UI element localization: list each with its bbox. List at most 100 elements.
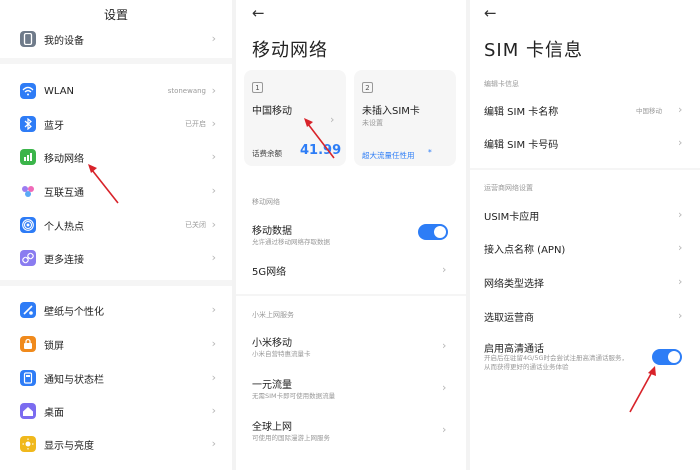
- interconnect-icon: [20, 183, 36, 199]
- divider: [0, 280, 232, 286]
- settings-item-label: 个人热点: [44, 221, 84, 233]
- settings-item-label: WLAN: [44, 85, 75, 97]
- settings-item-value: 已开启: [185, 120, 206, 128]
- chevron-right-icon: ›: [442, 339, 447, 352]
- sim-info-panel: ← SIM 卡信息 编辑卡信息 编辑 SIM 卡名称 中国移动 › 编辑 SIM…: [470, 0, 700, 470]
- mobile-data-sub: 允许通过移动网络存取数据: [252, 238, 330, 246]
- hd-call-row[interactable]: 启用高清通话 开启后在驻留4G/5G时会尝试注册高清通话服务，从而获得更好的通话…: [470, 338, 700, 378]
- apn-label: 接入点名称 (APN): [484, 245, 566, 256]
- select-carrier-row[interactable]: 选取运营商 ›: [470, 304, 700, 328]
- wifi-icon: [20, 83, 36, 99]
- 5g-network-row[interactable]: 5G网络 ›: [236, 258, 466, 282]
- section-header: 编辑卡信息: [484, 80, 519, 88]
- section-header: 小米上网服务: [252, 311, 294, 319]
- settings-item-lock-screen[interactable]: 锁屏 ›: [0, 332, 232, 356]
- settings-item-hotspot[interactable]: 个人热点 已关闭 ›: [0, 213, 232, 237]
- sim-slot-badge: 2: [362, 82, 373, 93]
- usim-app-label: USIM卡应用: [484, 212, 540, 223]
- settings-item-wlan[interactable]: WLAN stonewang ›: [0, 79, 232, 103]
- edit-sim-number-row[interactable]: 编辑 SIM 卡号码 ›: [470, 131, 700, 155]
- xiaomi-mobile-sub: 小米自营特惠流量卡: [252, 350, 311, 358]
- one-yuan-row[interactable]: 一元流量 无需SIM卡即可使用数据流量 ›: [236, 372, 466, 404]
- settings-item-label: 我的设备: [44, 35, 84, 47]
- settings-item-value: stonewang: [167, 87, 206, 95]
- promo-link[interactable]: 超大流量任性用: [362, 150, 415, 161]
- chevron-right-icon: ›: [211, 184, 216, 197]
- settings-item-notifications[interactable]: 通知与状态栏 ›: [0, 366, 232, 390]
- chevron-right-icon: ›: [442, 381, 447, 394]
- usim-app-row[interactable]: USIM卡应用 ›: [470, 203, 700, 227]
- divider: [236, 294, 466, 296]
- bluetooth-icon: [20, 116, 36, 132]
- sim-slot-badge: 1: [252, 82, 263, 93]
- chevron-right-icon: ›: [211, 371, 216, 384]
- settings-item-my-device[interactable]: 我的设备 ›: [0, 27, 232, 51]
- mobile-network-panel: ← 移动网络 1 中国移动 › 话费余额 41.99 2 未插入SIM卡 未设置…: [236, 0, 466, 470]
- chevron-right-icon: ›: [211, 218, 216, 231]
- sim-name-value: 中国移动: [636, 107, 662, 115]
- settings-item-label: 互联互通: [44, 187, 84, 199]
- link-icon: [20, 250, 36, 266]
- chevron-right-icon: ›: [211, 437, 216, 450]
- balance-value: 41.99: [300, 143, 342, 158]
- select-carrier-label: 选取运营商: [484, 313, 534, 324]
- mobile-data-label: 移动数据: [252, 226, 292, 237]
- one-yuan-label: 一元流量: [252, 380, 292, 391]
- mobile-data-row[interactable]: 移动数据 允许通过移动网络存取数据: [236, 218, 466, 250]
- settings-item-wallpaper[interactable]: 壁纸与个性化 ›: [0, 298, 232, 322]
- brightness-icon: [20, 436, 36, 452]
- divider: [470, 168, 700, 170]
- apn-row[interactable]: 接入点名称 (APN) ›: [470, 236, 700, 260]
- settings-item-display[interactable]: 显示与亮度 ›: [0, 432, 232, 456]
- chevron-right-icon: ›: [211, 404, 216, 417]
- chevron-right-icon: ›: [211, 150, 216, 163]
- edit-sim-name-label: 编辑 SIM 卡名称: [484, 107, 559, 118]
- settings-item-label: 锁屏: [44, 340, 64, 352]
- chevron-right-icon: ›: [211, 32, 216, 45]
- settings-item-mobile-network[interactable]: 移动网络 ›: [0, 145, 232, 169]
- sim1-card[interactable]: 1 中国移动 › 话费余额 41.99: [244, 70, 346, 166]
- chevron-right-icon: ›: [330, 113, 335, 126]
- settings-item-label: 蓝牙: [44, 120, 64, 132]
- sim1-carrier: 中国移动: [252, 106, 292, 117]
- hd-call-label: 启用高清通话: [484, 344, 544, 355]
- xiaomi-mobile-row[interactable]: 小米移动 小米自营特惠流量卡 ›: [236, 330, 466, 362]
- xiaomi-mobile-label: 小米移动: [252, 338, 292, 349]
- chevron-right-icon: ›: [211, 117, 216, 130]
- balance-label: 话费余额: [252, 149, 282, 158]
- settings-item-label: 更多连接: [44, 254, 84, 266]
- settings-item-bluetooth[interactable]: 蓝牙 已开启 ›: [0, 112, 232, 136]
- global-internet-row[interactable]: 全球上网 可使用的国际漫游上网服务 ›: [236, 414, 466, 446]
- settings-item-value: 已关闭: [185, 221, 206, 229]
- mobile-data-toggle[interactable]: [418, 224, 448, 240]
- chevron-right-icon: ›: [678, 208, 683, 221]
- home-icon: [20, 403, 36, 419]
- chevron-right-icon: ›: [678, 103, 683, 116]
- global-internet-label: 全球上网: [252, 422, 292, 433]
- hd-call-toggle[interactable]: [652, 349, 682, 365]
- edit-sim-name-row[interactable]: 编辑 SIM 卡名称 中国移动 ›: [470, 98, 700, 122]
- chevron-right-icon: ›: [211, 337, 216, 350]
- back-arrow-icon[interactable]: ←: [484, 6, 497, 21]
- settings-item-more-connections[interactable]: 更多连接 ›: [0, 246, 232, 270]
- sim2-card[interactable]: 2 未插入SIM卡 未设置 超大流量任性用 *: [354, 70, 456, 166]
- hotspot-icon: [20, 217, 36, 233]
- settings-item-desktop[interactable]: 桌面 ›: [0, 399, 232, 423]
- settings-item-label: 桌面: [44, 407, 64, 419]
- chevron-right-icon: ›: [678, 275, 683, 288]
- settings-item-interconnect[interactable]: 互联互通 ›: [0, 179, 232, 203]
- one-yuan-sub: 无需SIM卡即可使用数据流量: [252, 392, 336, 400]
- promo-mark: *: [428, 148, 432, 157]
- chevron-right-icon: ›: [678, 309, 683, 322]
- 5g-network-label: 5G网络: [252, 267, 287, 278]
- sim2-status: 未插入SIM卡: [362, 106, 420, 117]
- page-title: SIM 卡信息: [484, 40, 583, 61]
- network-type-row[interactable]: 网络类型选择 ›: [470, 270, 700, 294]
- page-title: 移动网络: [252, 40, 328, 61]
- chevron-right-icon: ›: [442, 263, 447, 276]
- sim2-sub: 未设置: [362, 119, 383, 127]
- settings-item-label: 通知与状态栏: [44, 374, 104, 386]
- section-header: 运营商网络设置: [484, 184, 533, 192]
- global-internet-sub: 可使用的国际漫游上网服务: [252, 434, 330, 442]
- back-arrow-icon[interactable]: ←: [252, 6, 265, 21]
